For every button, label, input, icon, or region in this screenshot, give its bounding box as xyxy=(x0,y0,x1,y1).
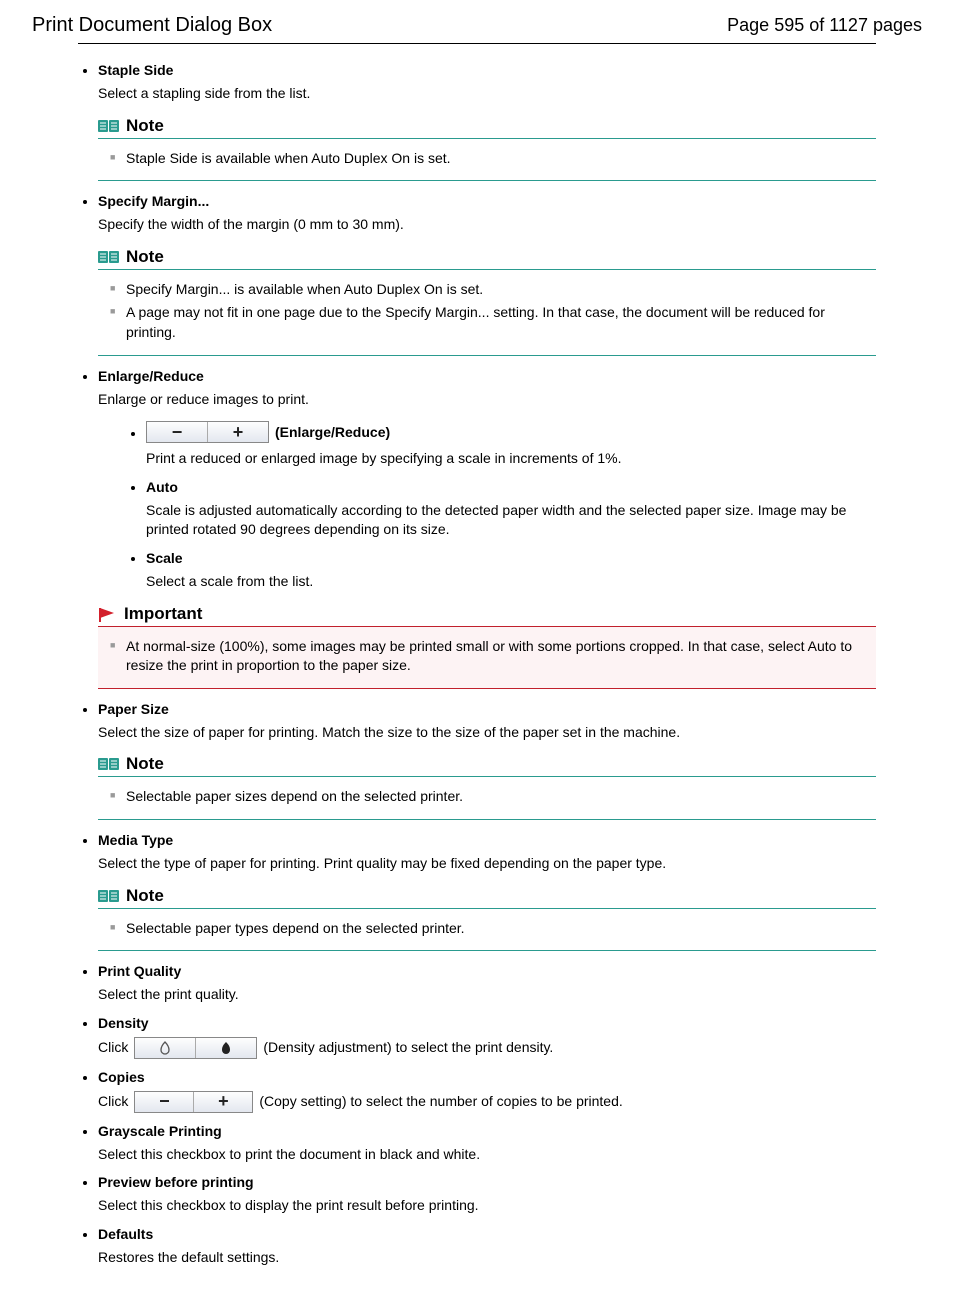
density-label: Density xyxy=(98,1015,149,1031)
note-callout: Note Staple Side is available when Auto … xyxy=(98,116,876,182)
scale-desc: Select a scale from the list. xyxy=(146,572,876,592)
minus-icon[interactable]: − xyxy=(135,1092,193,1112)
print-quality-label: Print Quality xyxy=(98,963,181,979)
important-flag-icon xyxy=(98,606,118,622)
density-text-post: (Density adjustment) to select the print… xyxy=(263,1038,553,1058)
item-grayscale: Grayscale Printing Select this checkbox … xyxy=(98,1123,876,1165)
density-slider[interactable] xyxy=(134,1037,257,1059)
note-icon xyxy=(98,756,120,772)
copies-label: Copies xyxy=(98,1069,145,1085)
item-preview: Preview before printing Select this chec… xyxy=(98,1174,876,1216)
defaults-desc: Restores the default settings. xyxy=(98,1248,876,1268)
important-heading: Important xyxy=(124,604,202,624)
note-icon xyxy=(98,249,120,265)
staple-side-desc: Select a stapling side from the list. xyxy=(98,84,876,104)
auto-label: Auto xyxy=(146,479,178,495)
item-print-quality: Print Quality Select the print quality. xyxy=(98,963,876,1005)
note-item: Selectable paper types depend on the sel… xyxy=(126,919,876,939)
staple-side-label: Staple Side xyxy=(98,62,173,78)
header-divider xyxy=(78,43,876,44)
scale-label: Scale xyxy=(146,550,183,566)
media-type-label: Media Type xyxy=(98,832,173,848)
enlarge-reduce-desc: Enlarge or reduce images to print. xyxy=(98,390,876,410)
enlarge-reduce-label: Enlarge/Reduce xyxy=(98,368,204,384)
note-item: A page may not fit in one page due to th… xyxy=(126,303,876,342)
item-specify-margin: Specify Margin... Specify the width of t… xyxy=(98,193,876,355)
item-staple-side: Staple Side Select a stapling side from … xyxy=(98,62,876,181)
note-heading: Note xyxy=(126,754,164,774)
note-icon xyxy=(98,888,120,904)
plus-icon[interactable]: + xyxy=(208,422,268,442)
slider-low-icon[interactable] xyxy=(135,1038,195,1058)
note-callout: Note Specify Margin... is available when… xyxy=(98,247,876,356)
page-title: Print Document Dialog Box xyxy=(32,14,272,37)
important-item: At normal-size (100%), some images may b… xyxy=(126,637,876,676)
note-callout: Note Selectable paper sizes depend on th… xyxy=(98,754,876,820)
density-text-pre: Click xyxy=(98,1038,128,1058)
copies-text-pre: Click xyxy=(98,1092,128,1112)
copies-text-post: (Copy setting) to select the number of c… xyxy=(259,1092,622,1112)
important-callout: Important At normal-size (100%), some im… xyxy=(98,604,876,689)
enlarge-reduce-btn-label: (Enlarge/Reduce) xyxy=(275,424,390,440)
paper-size-label: Paper Size xyxy=(98,701,169,717)
copies-stepper[interactable]: − + xyxy=(134,1091,253,1113)
specify-margin-label: Specify Margin... xyxy=(98,193,209,209)
note-heading: Note xyxy=(126,116,164,136)
item-defaults: Defaults Restores the default settings. xyxy=(98,1226,876,1268)
preview-label: Preview before printing xyxy=(98,1174,254,1190)
enlarge-reduce-btn-desc: Print a reduced or enlarged image by spe… xyxy=(146,449,876,469)
note-icon xyxy=(98,118,120,134)
specify-margin-desc: Specify the width of the margin (0 mm to… xyxy=(98,215,876,235)
grayscale-desc: Select this checkbox to print the docume… xyxy=(98,1145,876,1165)
grayscale-label: Grayscale Printing xyxy=(98,1123,222,1139)
preview-desc: Select this checkbox to display the prin… xyxy=(98,1196,876,1216)
slider-high-icon[interactable] xyxy=(196,1038,256,1058)
minus-icon[interactable]: − xyxy=(147,422,207,442)
auto-desc: Scale is adjusted automatically accordin… xyxy=(146,501,876,540)
plus-icon[interactable]: + xyxy=(194,1092,252,1112)
item-paper-size: Paper Size Select the size of paper for … xyxy=(98,701,876,820)
item-copies: Copies Click − + (Copy setting) to selec… xyxy=(98,1069,876,1113)
note-heading: Note xyxy=(126,247,164,267)
note-item: Staple Side is available when Auto Duple… xyxy=(126,149,876,169)
subitem-scale: Scale Select a scale from the list. xyxy=(146,550,876,592)
subitem-enlarge-buttons: − + (Enlarge/Reduce) Print a reduced or … xyxy=(146,421,876,469)
page-header: Print Document Dialog Box Page 595 of 11… xyxy=(32,14,922,37)
item-density: Density Click (Density adjustment) to se… xyxy=(98,1015,876,1059)
print-quality-desc: Select the print quality. xyxy=(98,985,876,1005)
item-media-type: Media Type Select the type of paper for … xyxy=(98,832,876,951)
item-enlarge-reduce: Enlarge/Reduce Enlarge or reduce images … xyxy=(98,368,876,689)
enlarge-reduce-stepper[interactable]: − + xyxy=(146,421,269,443)
media-type-desc: Select the type of paper for printing. P… xyxy=(98,854,876,874)
subitem-auto: Auto Scale is adjusted automatically acc… xyxy=(146,479,876,540)
content: Staple Side Select a stapling side from … xyxy=(78,62,876,1267)
note-callout: Note Selectable paper types depend on th… xyxy=(98,886,876,952)
defaults-label: Defaults xyxy=(98,1226,153,1242)
note-item: Selectable paper sizes depend on the sel… xyxy=(126,787,876,807)
note-item: Specify Margin... is available when Auto… xyxy=(126,280,876,300)
paper-size-desc: Select the size of paper for printing. M… xyxy=(98,723,876,743)
page-indicator: Page 595 of 1127 pages xyxy=(727,15,922,36)
note-heading: Note xyxy=(126,886,164,906)
